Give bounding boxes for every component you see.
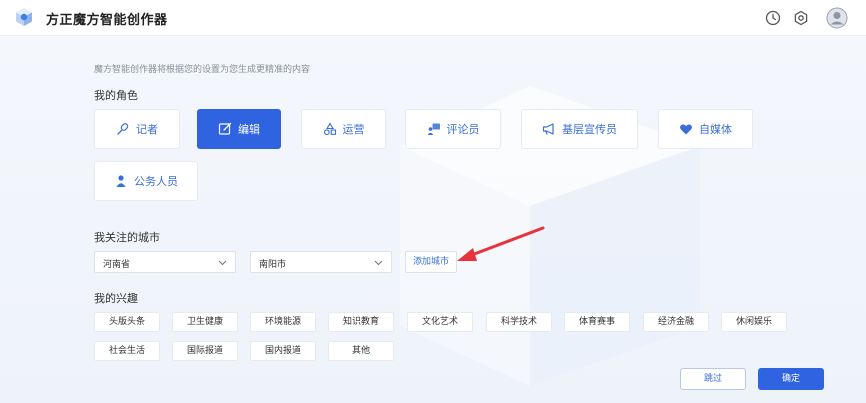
interest-tag[interactable]: 国内报道 [250,341,316,361]
microphone-icon [117,123,129,135]
interest-tag[interactable]: 体育赛事 [564,312,630,332]
top-bar: 方正魔方智能创作器 [0,0,866,36]
role-operations-label: 运营 [342,123,365,136]
interest-tag[interactable]: 其他 [328,341,394,361]
history-icon[interactable] [764,9,782,27]
city-select-value: 南阳市 [259,260,287,270]
city-select[interactable]: 南阳市 [250,251,392,273]
interest-tag[interactable]: 科学技术 [486,312,552,332]
city-label: 我关注的城市 [94,231,160,244]
role-reporter[interactable]: 记者 [94,109,180,149]
hint-text: 魔方智能创作器将根据您的设置为您生成更精准的内容 [94,65,311,75]
edit-icon [218,122,232,135]
role-civil-servant[interactable]: 公务人员 [94,161,198,201]
red-arrow-annotation [457,226,545,261]
interest-tag[interactable]: 卫生健康 [172,312,238,332]
cube-logo-icon [16,8,32,26]
role-grassroots-publicist[interactable]: 基层宣传员 [521,109,638,149]
interests-label: 我的兴趣 [94,292,138,305]
role-grassroots-publicist-label: 基层宣传员 [562,123,617,136]
role-editor[interactable]: 编辑 [197,109,281,149]
add-city-button[interactable]: 添加城市 [405,251,457,273]
role-commentator[interactable]: 评论员 [405,109,501,149]
province-select[interactable]: 河南省 [94,251,236,273]
chevron-down-icon [218,260,227,266]
role-self-media[interactable]: 自媒体 [658,109,753,149]
province-select-value: 河南省 [103,260,131,270]
app-title: 方正魔方智能创作器 [46,13,168,28]
role-editor-label: 编辑 [238,123,260,136]
confirm-button[interactable]: 确定 [758,368,824,390]
role-reporter-label: 记者 [136,123,158,136]
heart-chat-icon [680,124,692,135]
role-operations[interactable]: 运营 [301,109,386,149]
skip-button[interactable]: 跳过 [680,368,746,390]
interest-tag[interactable]: 知识教育 [328,312,394,332]
interest-tag[interactable]: 经济金融 [643,312,709,332]
shapes-icon [323,122,336,136]
user-avatar-icon[interactable] [826,7,848,29]
interest-tag[interactable]: 文化艺术 [407,312,473,332]
settings-panel: 魔方智能创作器将根据您的设置为您生成更精准的内容 我的角色 记者 编辑 运营 评… [0,36,866,403]
role-civil-servant-label: 公务人员 [134,175,178,188]
role-self-media-label: 自媒体 [699,123,732,136]
chevron-down-icon [374,260,383,266]
gear-icon[interactable] [792,9,810,27]
role-commentator-label: 评论员 [446,123,480,136]
megaphone-icon [542,123,554,135]
interest-tag[interactable]: 环境能源 [250,312,316,332]
person-icon [116,175,126,187]
presenter-icon [427,123,440,135]
interest-tag[interactable]: 头版头条 [94,312,160,332]
interest-tag[interactable]: 休闲娱乐 [721,312,787,332]
interest-tag[interactable]: 社会生活 [94,341,160,361]
roles-label: 我的角色 [94,89,138,102]
interest-tag[interactable]: 国际报道 [172,341,238,361]
